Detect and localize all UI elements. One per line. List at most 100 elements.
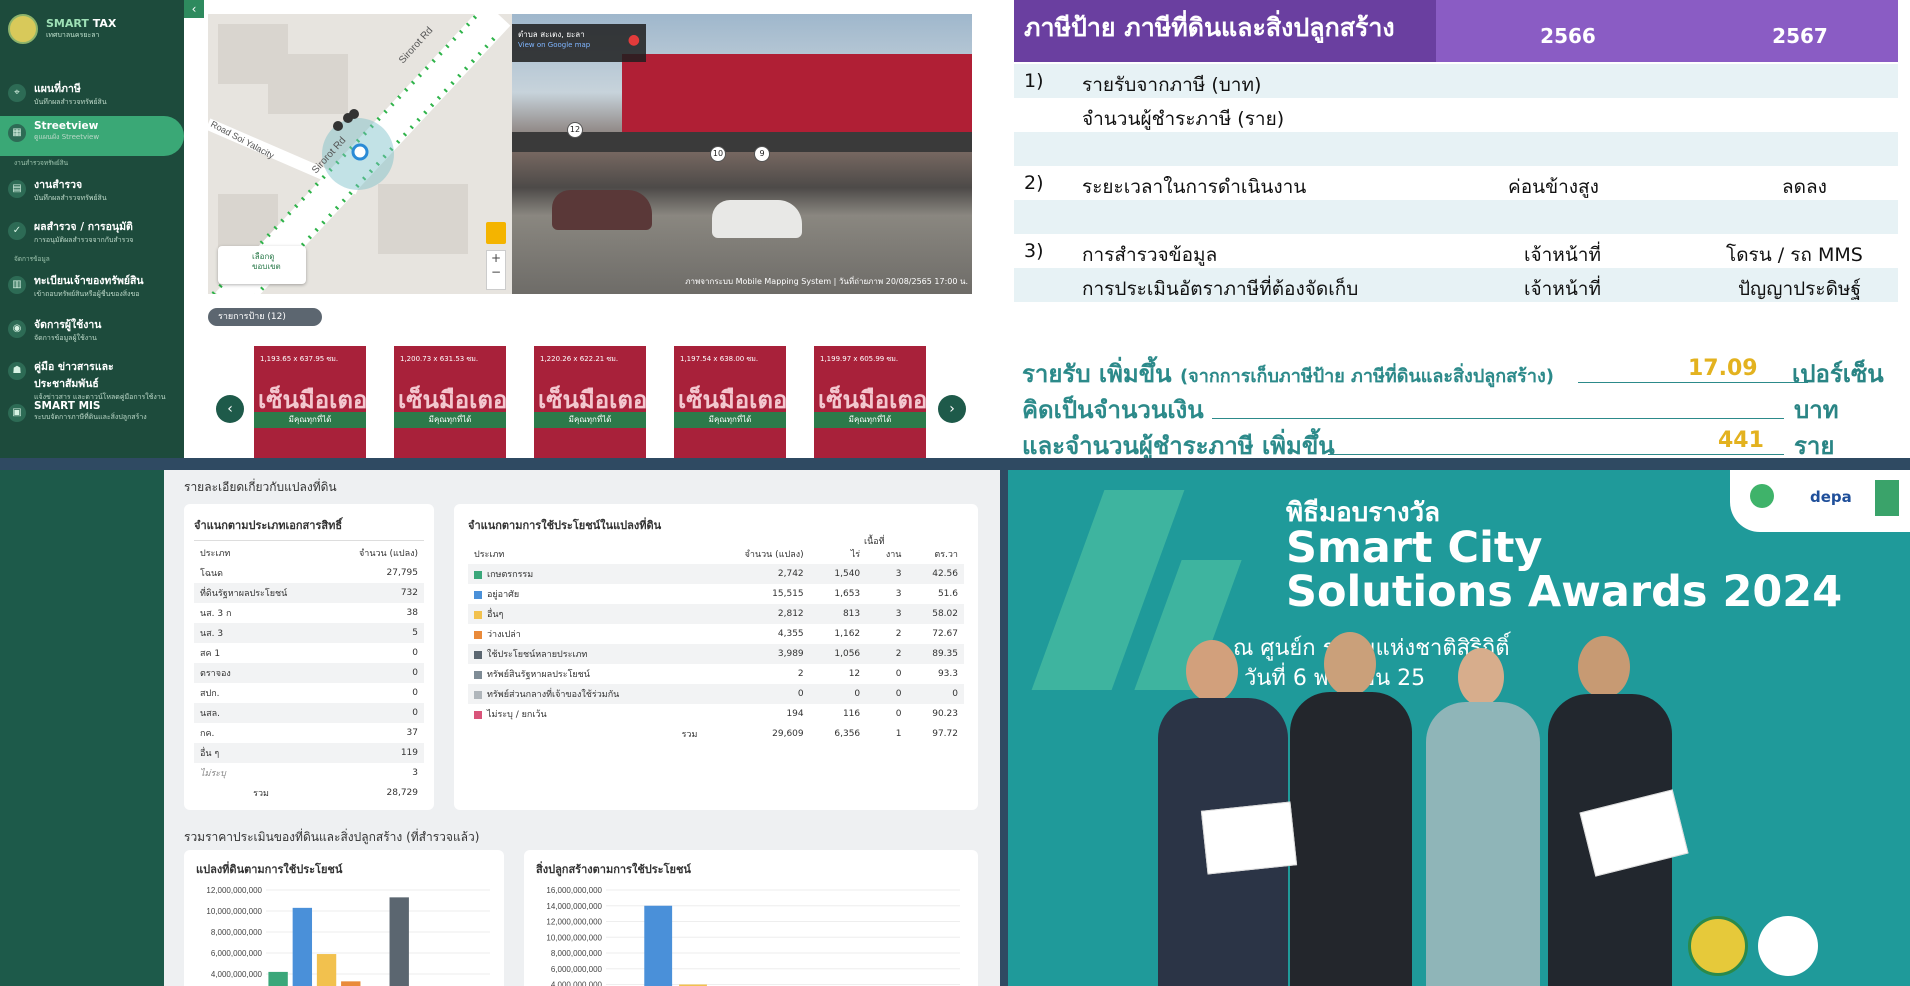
cell: 2,742 [703,564,810,584]
taxpayer-increase-value: 441 [1718,428,1764,453]
prev-arrow-button[interactable]: ‹ [216,395,244,423]
streetview-image[interactable]: 12 10 9 ตำบล สะเตง, ยะลา View on Google … [512,14,972,294]
boundary-toggle[interactable]: เลือกดู ขอบเขต [218,246,306,284]
award-headline: Smart City Solutions Awards 2024 [1286,526,1842,614]
zoom-control[interactable]: + − [486,250,506,290]
person-head [1186,640,1238,702]
total-label: รวม [194,783,329,803]
sign-number-badge[interactable]: 12 [567,122,583,138]
map-view[interactable]: Sirorot Rd Sirorot Rd Road Soi Yalacity … [208,14,512,294]
google-map-link[interactable]: View on Google map [518,41,640,49]
cell: นส. 3 [194,623,329,643]
sign-thumbnail[interactable]: 1,197.54 x 638.00 ซม. เซ็นมือเตอ มีคุณทุกท… [674,346,786,458]
cell: 38 [406,608,418,618]
user-icon: ◉ [8,320,26,338]
bar[interactable] [341,981,361,986]
nav-label: จัดการผู้ใช้งาน [34,319,102,331]
cell: 0 [328,663,424,683]
sign-list-label: รายการป้าย (12) [208,308,322,326]
slide-title: ภาษีป้าย ภาษีที่ดินและสิ่งปลูกสร้าง [1024,13,1395,42]
sidebar-item-manual[interactable]: ☗ คู่มือ ข่าวสารและประชาสัมพันธ์ แจ้งข่าวส… [0,354,184,401]
sign-thumbnail[interactable]: 1,193.65 x 637.95 ซม. เซ็นมือเตอ มีคุณทุกท… [254,346,366,458]
collapse-sidebar-button[interactable]: ‹ [184,0,204,18]
cell: 1,653 [834,589,861,599]
headline-line1: Smart City [1286,523,1543,573]
underline [1578,382,1808,383]
thumb-band-text: มีคุณทุกที่ได้ [254,412,366,428]
pegman-icon[interactable] [486,222,506,244]
location-pin-icon: ● [627,32,640,48]
row-label: การสำรวจข้อมูล [1082,244,1218,266]
land-value-chart: 12,000,000,000 10,000,000,000 8,000,000,00… [206,886,490,986]
sign-number-badge[interactable]: 10 [710,146,726,162]
sidebar-item-registry[interactable]: ▥ ทะเบียนเจ้าของทรัพย์สิน เข้าถอบทรัพย์สิน… [0,268,184,308]
cell: ว่างเปล่า [468,624,703,644]
sidebar-item-streetview[interactable]: ▦ Streetview ดูแผนผัง Streetview [0,116,184,156]
taxpayer-increase-label: และจำนวนผู้ชำระภาษี เพิ่มขึ้น [1022,432,1335,458]
bar[interactable] [316,954,337,986]
cell: 2,812 [703,604,810,624]
zoom-in-button[interactable]: + [487,251,505,265]
sign-thumbnail[interactable]: 1,200.73 x 631.53 ซม. เซ็นมือเตอ มีคุณทุกท… [394,346,506,458]
partner-emblem [1758,916,1818,976]
nav-label: คู่มือ ข่าวสารและประชาสัมพันธ์ [34,361,114,390]
area-header: เนื้อที่ [864,537,885,547]
cell: 0 [907,684,964,704]
sidebar-item-approval[interactable]: ✓ ผลสำรวจ / การอนุมัติ การอนุมัติผลสำรวจจา… [0,214,184,254]
table-row: อื่นๆ 2,812 813 3 58.02 [468,604,964,624]
legend-swatch [474,650,482,659]
sidebar-item-tax-map[interactable]: ⌖ แผนที่ภาษี บันทึกผลสำรวจทรัพย์สิน [0,76,184,116]
row-no: 2) [1024,172,1044,194]
parked-car [552,190,652,230]
row-name: อยู่อาศัย [487,590,520,600]
nav-sub: การอนุมัติผลสำรวจจากกับสำรวจ [34,236,134,244]
bar[interactable] [292,907,313,986]
sign-marker-icon[interactable] [349,109,359,119]
table-row: นส. 3 ก 38 [194,603,424,623]
cell: 3 [895,589,902,599]
table-row: 3) การสำรวจข้อมูล เจ้าหน้าที่ โดรน / รถ MMS [1014,234,1898,268]
sign-marker-icon[interactable] [333,121,343,131]
building-value-chart-panel: สิ่งปลูกสร้างตามการใช้ประโยชน์ 16,000,00… [524,850,978,986]
cell: 0 [895,709,902,719]
building-block [378,184,468,254]
sign-thumbnail[interactable]: 1,220.26 x 622.21 ซม. เซ็นมือเตอ มีคุณทุกท… [534,346,646,458]
table-row: ที่ดินรัฐหาผลประโยชน์ 732 [194,583,424,603]
municipality-emblem [1688,916,1748,976]
building-block [268,54,348,114]
bar[interactable] [389,897,409,986]
row-value-2566: เจ้าหน้าที่ [1524,278,1602,300]
cell: 89.35 [907,644,964,664]
cell: เกษตรกรรม [468,564,704,584]
nav-label: ผลสำรวจ / การอนุมัติ [34,221,133,233]
sign-number-badge[interactable]: 9 [754,146,770,162]
cell: 0 [703,684,810,704]
bar[interactable] [644,905,673,986]
underline [1328,454,1784,455]
cell: ทรัพย์สินรัฐหาผลประโยชน์ [468,664,703,684]
row-name: ไม่ระบุ / ยกเว้น [487,710,547,720]
sign-thumbnail[interactable]: 1,199.97 x 605.99 ซม. เซ็นมือเตอ มีคุณทุกท… [814,346,926,458]
app-title: SMART TAX [46,17,117,30]
legend-swatch [474,670,482,679]
table-row: โฉนด 27,795 [194,563,424,583]
sidebar-item-survey[interactable]: ▤ งานสำรวจ บันทึกผลสำรวจทรัพย์สิน [0,172,184,212]
row-label: จำนวนผู้ชำระภาษี (ราย) [1082,108,1285,130]
sidebar: SMART TAX เทศบาลนครยะลา ⌖ แผนที่ภาษี บันทึ… [0,0,184,458]
zoom-out-button[interactable]: − [487,265,505,279]
cell: ไม่ระบุ [200,769,226,779]
y-tick-label: 4,000,000,000 [551,981,603,986]
col-wa: ตร.วา [934,550,958,560]
document-type-table: ประเภท จำนวน (แปลง) โฉนด 27,795 ที่ดินรัฐห… [194,543,424,803]
sidebar-item-smart-mis[interactable]: ▣ SMART MIS ระบบจัดการภาษีที่ดินและสิ่งปลู… [0,396,184,436]
land-use-panel: จำแนกตามการใช้ประโยชน์ในแปลงที่ดิน เนื้อ… [454,504,978,810]
bar[interactable] [268,971,288,986]
municipality-logo [8,14,38,44]
next-arrow-button[interactable]: › [938,395,966,423]
sidebar-item-users[interactable]: ◉ จัดการผู้ใช้งาน จัดการข้อมูลผู้ใช้งาน [0,312,184,352]
row-value-2567: ปัญญาประดิษฐ์ [1738,278,1861,300]
cell: อื่นๆ [468,604,704,624]
table-row: ตราจอง 0 [194,663,424,683]
cell: 0 [412,648,418,658]
thumb-size: 1,199.97 x 605.99 ซม. [820,355,899,363]
